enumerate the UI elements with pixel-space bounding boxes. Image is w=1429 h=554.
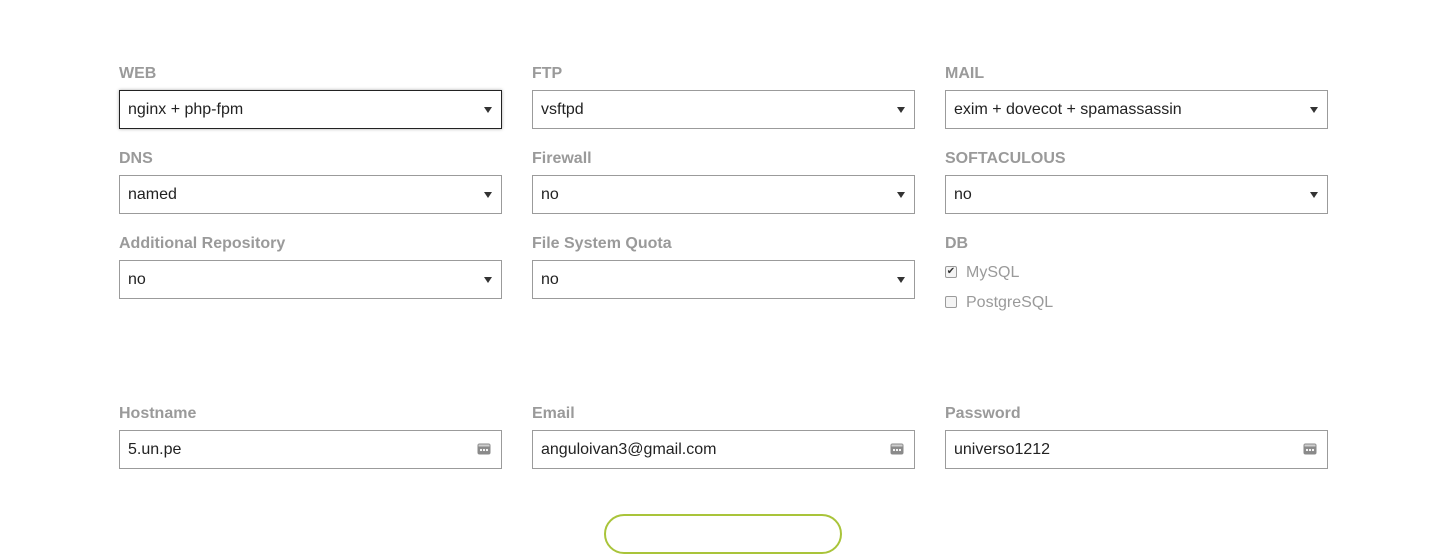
mysql-checkbox[interactable]: ✔ [945, 266, 957, 278]
triangle-down-icon [484, 107, 492, 113]
email-input[interactable]: anguloivan3@gmail.com [532, 430, 915, 469]
postgresql-checkbox[interactable] [945, 296, 957, 308]
triangle-down-icon [484, 277, 492, 283]
ftp-field: FTP vsftpd [532, 65, 915, 129]
dns-label: DNS [119, 150, 153, 167]
quota-select[interactable]: no [532, 260, 915, 299]
password-input[interactable]: universo1212 [945, 430, 1328, 469]
password-field: Password universo1212 [945, 405, 1328, 469]
dns-select[interactable]: named [119, 175, 502, 214]
triangle-down-icon [897, 107, 905, 113]
password-input-value: universo1212 [954, 441, 1051, 458]
hostname-field: Hostname 5.un.pe [119, 405, 502, 469]
triangle-down-icon [1310, 192, 1318, 198]
triangle-down-icon [484, 192, 492, 198]
dns-field: DNS named [119, 150, 502, 214]
web-field: WEB nginx + php-fpm [119, 65, 502, 129]
email-label: Email [532, 405, 575, 422]
password-label: Password [945, 405, 1021, 422]
firewall-select-value: no [541, 186, 559, 203]
hostname-label: Hostname [119, 405, 197, 422]
hostname-input[interactable]: 5.un.pe [119, 430, 502, 469]
firewall-label: Firewall [532, 150, 592, 167]
mysql-label: MySQL [966, 264, 1020, 281]
triangle-down-icon [897, 192, 905, 198]
postgresql-label: PostgreSQL [966, 294, 1054, 311]
quota-label: File System Quota [532, 235, 672, 252]
web-select-value: nginx + php-fpm [128, 101, 244, 118]
dns-select-value: named [128, 186, 177, 203]
repository-label: Additional Repository [119, 235, 286, 252]
ftp-select[interactable]: vsftpd [532, 90, 915, 129]
web-label: WEB [119, 65, 157, 82]
hostname-input-value: 5.un.pe [128, 441, 182, 458]
firewall-field: Firewall no [532, 150, 915, 214]
db-label: DB [945, 235, 969, 252]
triangle-down-icon [897, 277, 905, 283]
password-manager-icon[interactable] [477, 442, 491, 456]
softaculous-field: SOFTACULOUS no [945, 150, 1328, 214]
password-manager-icon[interactable] [890, 442, 904, 456]
email-input-value: anguloivan3@gmail.com [541, 441, 717, 458]
ftp-select-value: vsftpd [541, 101, 584, 118]
mail-select-value: exim + dovecot + spamassassin [954, 101, 1182, 118]
db-option-mysql[interactable]: ✔ MySQL [945, 258, 1328, 288]
submit-button[interactable] [604, 514, 842, 554]
softaculous-label: SOFTACULOUS [945, 150, 1066, 167]
mail-label: MAIL [945, 65, 985, 82]
repository-select[interactable]: no [119, 260, 502, 299]
quota-select-value: no [541, 271, 559, 288]
mail-field: MAIL exim + dovecot + spamassassin [945, 65, 1328, 129]
softaculous-select[interactable]: no [945, 175, 1328, 214]
db-field: DB ✔ MySQL PostgreSQL [945, 235, 1328, 318]
firewall-select[interactable]: no [532, 175, 915, 214]
triangle-down-icon [1310, 107, 1318, 113]
ftp-label: FTP [532, 65, 563, 82]
web-select[interactable]: nginx + php-fpm [119, 90, 502, 129]
mail-select[interactable]: exim + dovecot + spamassassin [945, 90, 1328, 129]
quota-field: File System Quota no [532, 235, 915, 299]
softaculous-select-value: no [954, 186, 972, 203]
repository-field: Additional Repository no [119, 235, 502, 299]
repository-select-value: no [128, 271, 146, 288]
password-manager-icon[interactable] [1303, 442, 1317, 456]
email-field: Email anguloivan3@gmail.com [532, 405, 915, 469]
db-option-postgresql[interactable]: PostgreSQL [945, 288, 1328, 318]
